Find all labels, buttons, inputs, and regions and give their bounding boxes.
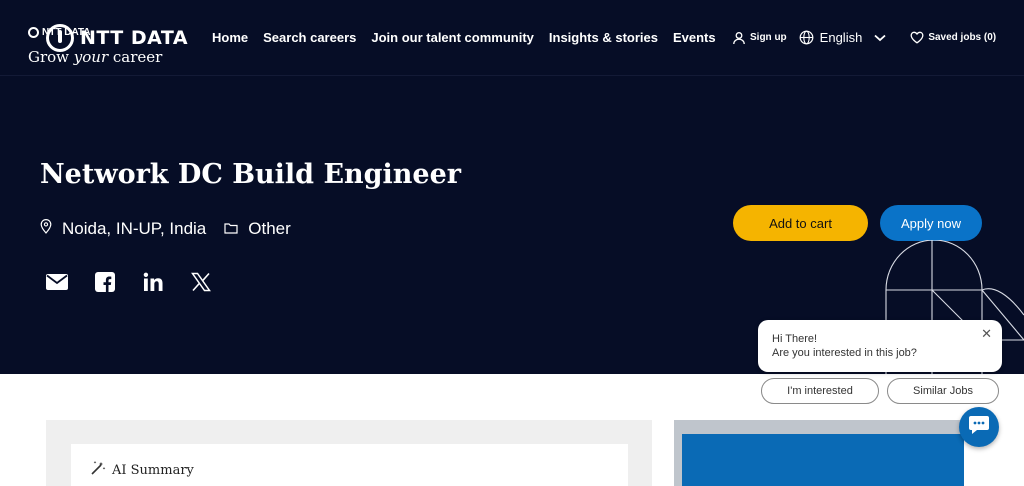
- sign-up-link[interactable]: Sign up: [732, 31, 787, 45]
- ai-summary-heading[interactable]: AI Summary: [90, 460, 194, 480]
- logo-text: NTT DATA: [80, 27, 189, 49]
- promo-logo: NTT DATA: [28, 27, 91, 38]
- nav-home[interactable]: Home: [212, 30, 248, 45]
- promo-title-part3: career: [108, 48, 163, 66]
- chat-question: Are you interested in this job?: [772, 347, 917, 359]
- facebook-share-button[interactable]: [94, 271, 116, 297]
- promo-panel: [682, 434, 964, 486]
- main-nav: Home Search careers Join our talent comm…: [212, 30, 716, 45]
- language-selector[interactable]: English: [799, 30, 887, 45]
- nav-events[interactable]: Events: [673, 30, 716, 45]
- folder-icon: [224, 219, 248, 239]
- job-category: Other: [248, 219, 291, 238]
- similar-jobs-chip-button[interactable]: Similar Jobs: [887, 378, 999, 404]
- close-icon[interactable]: ✕: [981, 327, 992, 341]
- heart-icon: [910, 31, 924, 44]
- promo-title-part1: Grow: [28, 48, 74, 66]
- job-meta: Noida, IN-UP, India Other: [40, 219, 291, 239]
- promo-title: Grow your career: [28, 48, 162, 66]
- language-label: English: [819, 30, 863, 45]
- chat-greeting: Hi There!: [772, 333, 818, 345]
- saved-jobs-link[interactable]: Saved jobs (0): [910, 31, 996, 44]
- apply-now-button[interactable]: Apply now: [880, 205, 982, 241]
- interested-chip-button[interactable]: I'm interested: [761, 378, 879, 404]
- sign-up-label: Sign up: [750, 32, 787, 43]
- globe-icon: [799, 30, 814, 45]
- email-share-button[interactable]: [46, 273, 68, 295]
- nav-search-careers[interactable]: Search careers: [263, 30, 356, 45]
- facebook-icon: [95, 271, 115, 297]
- chat-bubble: Hi There! Are you interested in this job…: [758, 320, 1002, 372]
- promo-logo-text: NTT DATA: [42, 27, 91, 38]
- nav-utilities: Sign up English Saved jobs (0): [732, 30, 996, 45]
- x-share-button[interactable]: [190, 272, 212, 297]
- saved-jobs-label: Saved jobs (0): [928, 32, 997, 43]
- x-icon: [191, 272, 211, 297]
- add-to-cart-button[interactable]: Add to cart: [733, 205, 868, 241]
- page: NTT DATA Home Search careers Join our ta…: [0, 0, 1024, 486]
- grow-career-promo[interactable]: [674, 420, 964, 486]
- job-title: Network DC Build Engineer: [40, 159, 462, 190]
- linkedin-icon: [143, 272, 164, 297]
- nav-join-talent-community[interactable]: Join our talent community: [371, 30, 534, 45]
- location-pin-icon: [40, 219, 62, 239]
- linkedin-share-button[interactable]: [142, 272, 164, 297]
- chat-launcher-button[interactable]: [959, 407, 999, 447]
- promo-title-emphasis: your: [73, 48, 109, 66]
- magic-wand-icon: [90, 460, 112, 480]
- user-icon: [732, 31, 746, 45]
- email-icon: [46, 273, 68, 295]
- share-links: [46, 271, 212, 297]
- promo-logo-ring-icon: [28, 27, 39, 38]
- chevron-down-icon: [874, 34, 886, 42]
- ai-summary-label: AI Summary: [112, 462, 194, 478]
- nav-insights-stories[interactable]: Insights & stories: [549, 30, 658, 45]
- chat-icon: [968, 415, 990, 440]
- job-location: Noida, IN-UP, India: [62, 219, 207, 238]
